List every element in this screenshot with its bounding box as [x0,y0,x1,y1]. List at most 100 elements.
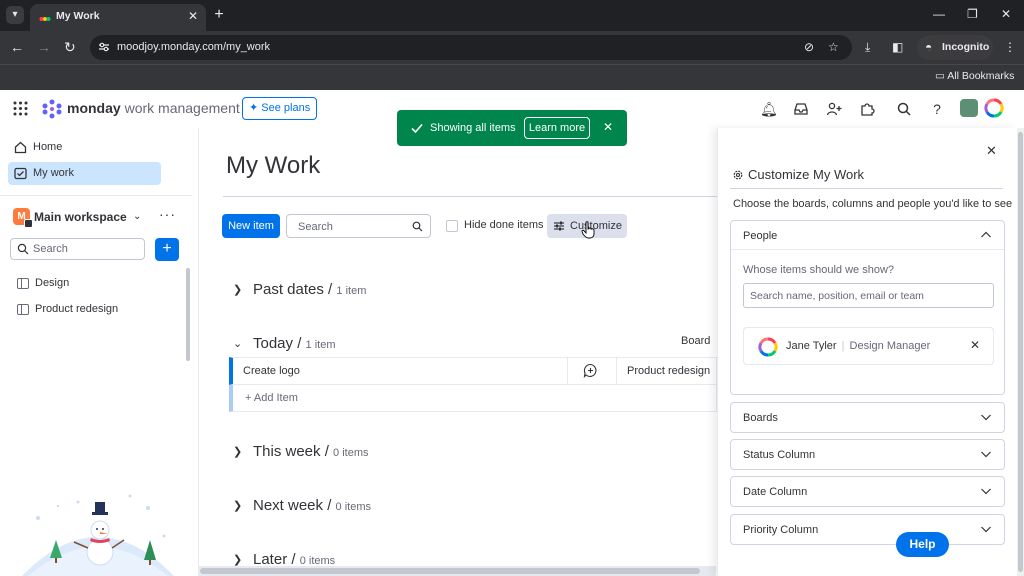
customize-label: Customize [570,220,622,232]
toast-close-icon[interactable]: ✕ [603,120,613,134]
scrollbar-thumb[interactable] [200,568,700,574]
add-update-icon[interactable] [583,363,598,378]
sidebar-divider [0,195,192,196]
site-settings-icon[interactable] [98,41,110,53]
chevron-down-icon[interactable]: ⌄ [233,337,242,350]
eye-off-icon[interactable]: ⊘ [804,40,814,54]
monday-logo-icon[interactable] [41,99,63,119]
group-past-dates[interactable]: Past dates / 1 item [253,281,366,298]
remove-person-icon[interactable]: ✕ [970,338,980,352]
sidebar-board-design[interactable]: Design [10,274,180,294]
board-label: Product redesign [35,303,119,315]
item-name[interactable]: Create logo [243,365,300,377]
sparkle-icon: ✦ [249,102,259,114]
new-item-button[interactable]: New item [222,214,280,238]
group-this-week[interactable]: This week / 0 items [253,443,369,460]
bookmark-star-icon[interactable]: ☆ [828,40,839,54]
search-icon[interactable] [896,101,912,117]
apps-puzzle-icon[interactable] [859,101,875,117]
checkbox-icon [14,167,27,180]
invite-member-icon[interactable] [826,101,842,117]
learn-more-button[interactable]: Learn more [524,117,590,139]
browser-menu-icon[interactable]: ⋮ [1004,40,1016,54]
group-count: 0 items [335,501,372,513]
people-search-input[interactable]: Search name, position, email or team [743,283,994,308]
workspace-name[interactable]: Main workspace [34,210,127,224]
inbox-icon[interactable] [793,101,809,117]
see-plans-button[interactable]: ✦ See plans [242,97,318,120]
minimize-icon[interactable]: — [933,7,945,21]
incognito-badge[interactable]: ◓ Incognito [917,35,993,60]
forward-icon[interactable]: → [37,39,51,55]
chevron-right-icon[interactable]: ❯ [233,445,242,458]
boards-section[interactable]: Boards [730,402,1005,433]
new-tab-button[interactable]: + [209,5,229,25]
workspace-avatar[interactable] [960,99,978,117]
sidebar-board-product-redesign[interactable]: Product redesign [10,300,180,320]
tab-search-button[interactable]: ▾ [6,6,24,24]
all-bookmarks-button[interactable]: ▭ All Bookmarks [935,70,1014,82]
people-section-label[interactable]: People [743,230,777,242]
hide-done-checkbox[interactable] [446,220,458,232]
group-next-week[interactable]: Next week / 0 items [253,497,371,514]
sliders-icon [554,221,564,231]
search-icon [17,243,29,255]
notifications-bell-icon[interactable]: 🔔︎ [760,101,778,117]
group-title: This week [253,443,321,460]
group-today[interactable]: Today / 1 item [253,335,336,352]
all-bookmarks-label: All Bookmarks [947,70,1015,82]
item-board[interactable]: Product redesign [627,365,710,377]
brand-bold: monday [67,100,121,116]
add-board-button[interactable]: + [155,238,179,261]
tab-close-icon[interactable]: ✕ [188,9,198,23]
chevron-right-icon[interactable]: ❯ [233,499,242,512]
tab-title: My Work [56,10,100,22]
download-icon[interactable]: ⤓ [865,40,870,55]
table-row[interactable]: Create logo Product redesign [229,357,717,385]
group-count: 1 item [305,339,336,351]
people-search-placeholder: Search name, position, email or team [750,290,924,302]
selected-person-card: Jane Tyler | Design Manager ✕ [743,327,994,365]
sidebar-item-my-work[interactable]: My work [8,162,161,185]
reload-icon[interactable]: ↻ [64,39,76,55]
add-item-label: + Add Item [245,392,298,404]
chevron-down-icon [981,526,991,533]
section-label: Date Column [743,486,808,498]
restore-icon[interactable]: ❐ [967,7,978,21]
hide-done-label[interactable]: Hide done items [464,219,544,231]
help-question-icon[interactable]: ? [929,101,945,117]
priority-column-section[interactable]: Priority Column [730,514,1005,545]
chevron-up-icon[interactable] [980,229,992,241]
side-panel-icon[interactable]: ◧ [892,40,903,54]
help-button[interactable]: Help [896,532,949,557]
section-label: Status Column [743,449,816,461]
chevron-right-icon[interactable]: ❯ [233,553,242,566]
chevron-down-icon[interactable]: ⌄ [133,211,141,222]
board-icon [17,304,29,315]
people-question: Whose items should we show? [743,264,895,276]
workspace-more-icon[interactable]: ··· [159,206,176,222]
panel-divider [730,188,1003,189]
chevron-right-icon[interactable]: ❯ [233,283,242,296]
app-grid-icon[interactable] [13,101,28,116]
browser-tab[interactable]: My Work ✕ [30,4,206,31]
add-item-row[interactable]: + Add Item [229,385,717,412]
scrollbar-thumb[interactable] [1018,132,1023,572]
main-horizontal-scrollbar[interactable] [198,566,716,576]
incognito-label: Incognito [942,41,990,53]
sidebar-scrollbar[interactable] [186,268,190,361]
window-close-icon[interactable]: ✕ [1001,7,1011,21]
date-column-section[interactable]: Date Column [730,476,1005,507]
brand-name: monday work management [67,100,240,116]
sidebar-item-label: Home [33,141,63,153]
status-column-section[interactable]: Status Column [730,439,1005,470]
user-avatar[interactable] [984,98,1004,118]
main-search-input[interactable]: Search [286,214,431,238]
address-bar[interactable]: moodjoy.monday.com/my_work ⊘ ☆ [90,35,852,60]
sidebar-search-input[interactable]: Search [10,238,145,260]
close-icon[interactable]: ✕ [986,143,997,159]
group-count: 0 items [333,447,369,459]
panel-scrollbar[interactable] [1017,128,1024,576]
sidebar-item-home[interactable]: Home [8,136,161,159]
back-icon[interactable]: ← [10,39,24,55]
